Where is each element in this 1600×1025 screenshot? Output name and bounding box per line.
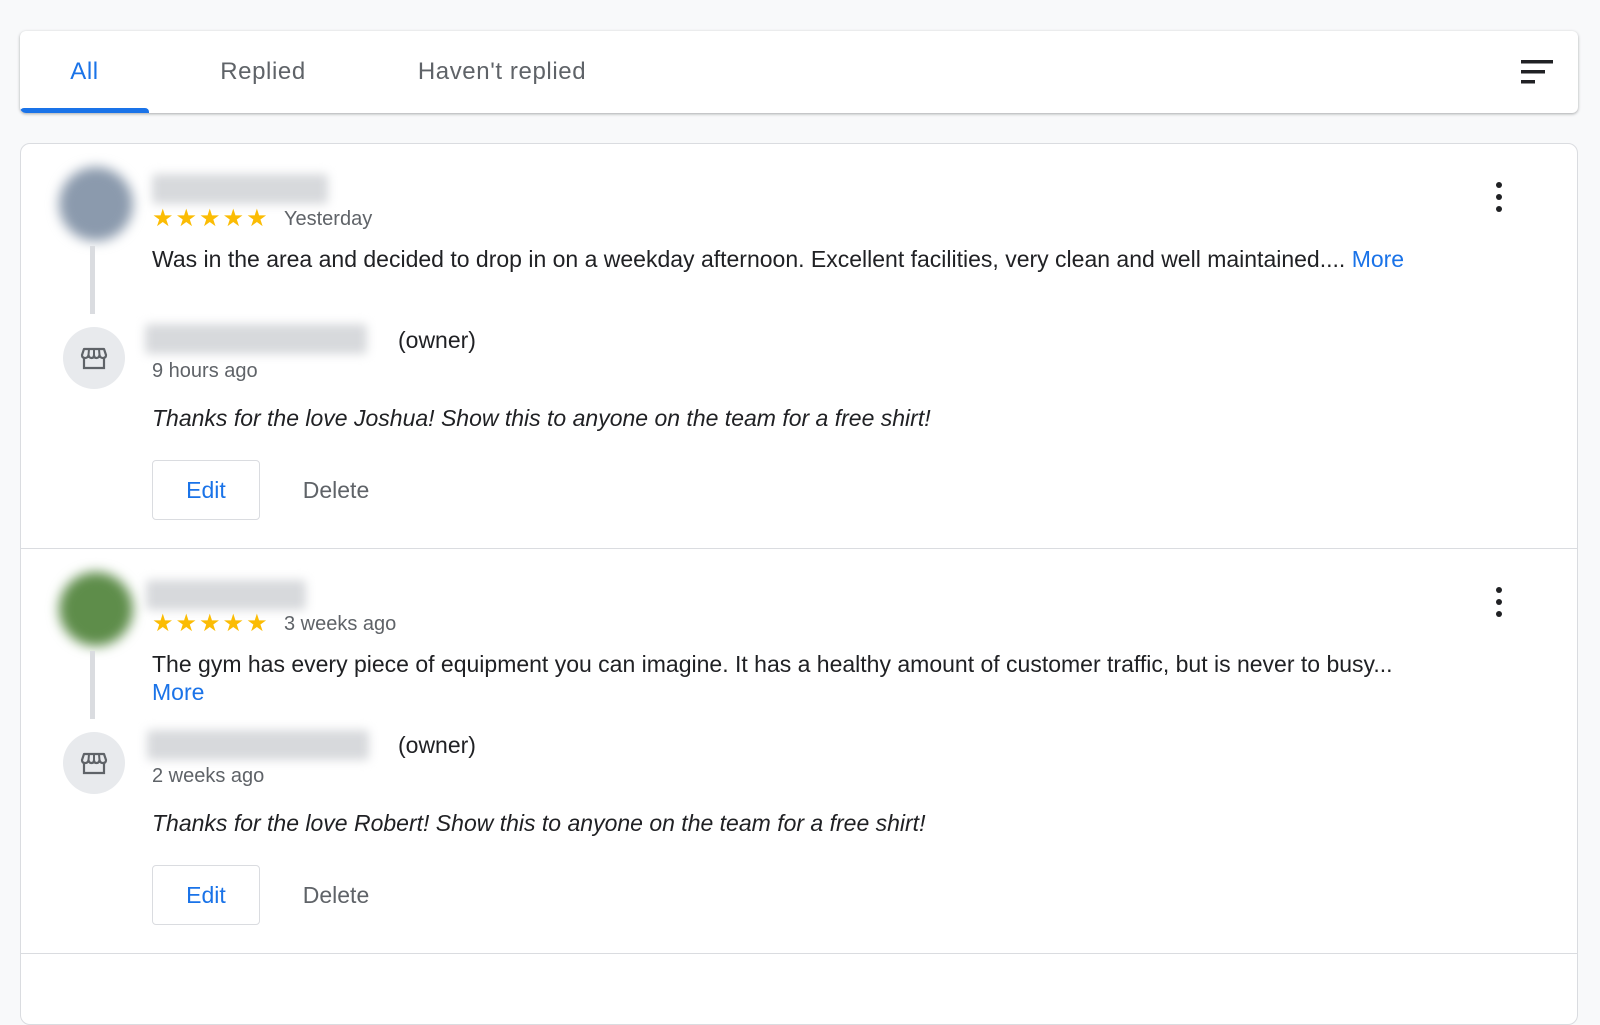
storefront-icon — [63, 327, 125, 389]
reviews-list: ★★★★★ Yesterday Was in the area and deci… — [20, 143, 1578, 1025]
review-text-body: Was in the area and decided to drop in o… — [152, 246, 1346, 272]
more-link[interactable]: More — [152, 679, 204, 705]
review-filter-tabs: All Replied Haven't replied — [20, 31, 1578, 113]
owner-label: (owner) — [398, 732, 476, 758]
reviewer-name — [146, 580, 306, 610]
review-text-body: The gym has every piece of equipment you… — [152, 651, 1393, 677]
owner-label: (owner) — [398, 327, 476, 353]
reviewer-name — [152, 174, 328, 204]
delete-reply-button[interactable]: Delete — [281, 865, 391, 925]
star-rating: ★★★★★ — [152, 205, 270, 232]
thread-line — [90, 246, 95, 314]
reply-text: Thanks for the love Joshua! Show this to… — [152, 405, 931, 431]
sort-icon[interactable] — [1517, 56, 1557, 88]
tab-havent-replied[interactable]: Haven't replied — [380, 31, 624, 113]
review-time: Yesterday — [284, 208, 373, 230]
review-divider — [21, 953, 1577, 954]
reviewer-avatar — [59, 167, 133, 241]
reviewer-avatar — [59, 572, 133, 646]
more-vert-icon[interactable] — [1487, 179, 1511, 215]
tab-replied[interactable]: Replied — [180, 31, 346, 113]
edit-reply-button[interactable]: Edit — [152, 460, 260, 520]
reply-text: Thanks for the love Robert! Show this to… — [152, 810, 926, 836]
review-text: Was in the area and decided to drop in o… — [152, 245, 1412, 273]
review-item: ★★★★★ Yesterday Was in the area and deci… — [21, 144, 1577, 558]
reply-time: 9 hours ago — [152, 360, 258, 382]
owner-name — [147, 730, 369, 760]
reply-time: 2 weeks ago — [152, 765, 265, 787]
more-link[interactable]: More — [1352, 246, 1404, 272]
owner-name — [145, 324, 367, 354]
review-item: ★★★★★ 3 weeks ago The gym has every piec… — [21, 549, 1577, 963]
review-text: The gym has every piece of equipment you… — [152, 650, 1412, 706]
storefront-icon — [63, 732, 125, 794]
tab-all[interactable]: All — [20, 31, 149, 113]
thread-line — [90, 651, 95, 719]
active-tab-indicator — [20, 108, 149, 113]
star-rating: ★★★★★ — [152, 610, 270, 637]
delete-reply-button[interactable]: Delete — [281, 460, 391, 520]
review-time: 3 weeks ago — [284, 613, 397, 635]
edit-reply-button[interactable]: Edit — [152, 865, 260, 925]
more-vert-icon[interactable] — [1487, 584, 1511, 620]
